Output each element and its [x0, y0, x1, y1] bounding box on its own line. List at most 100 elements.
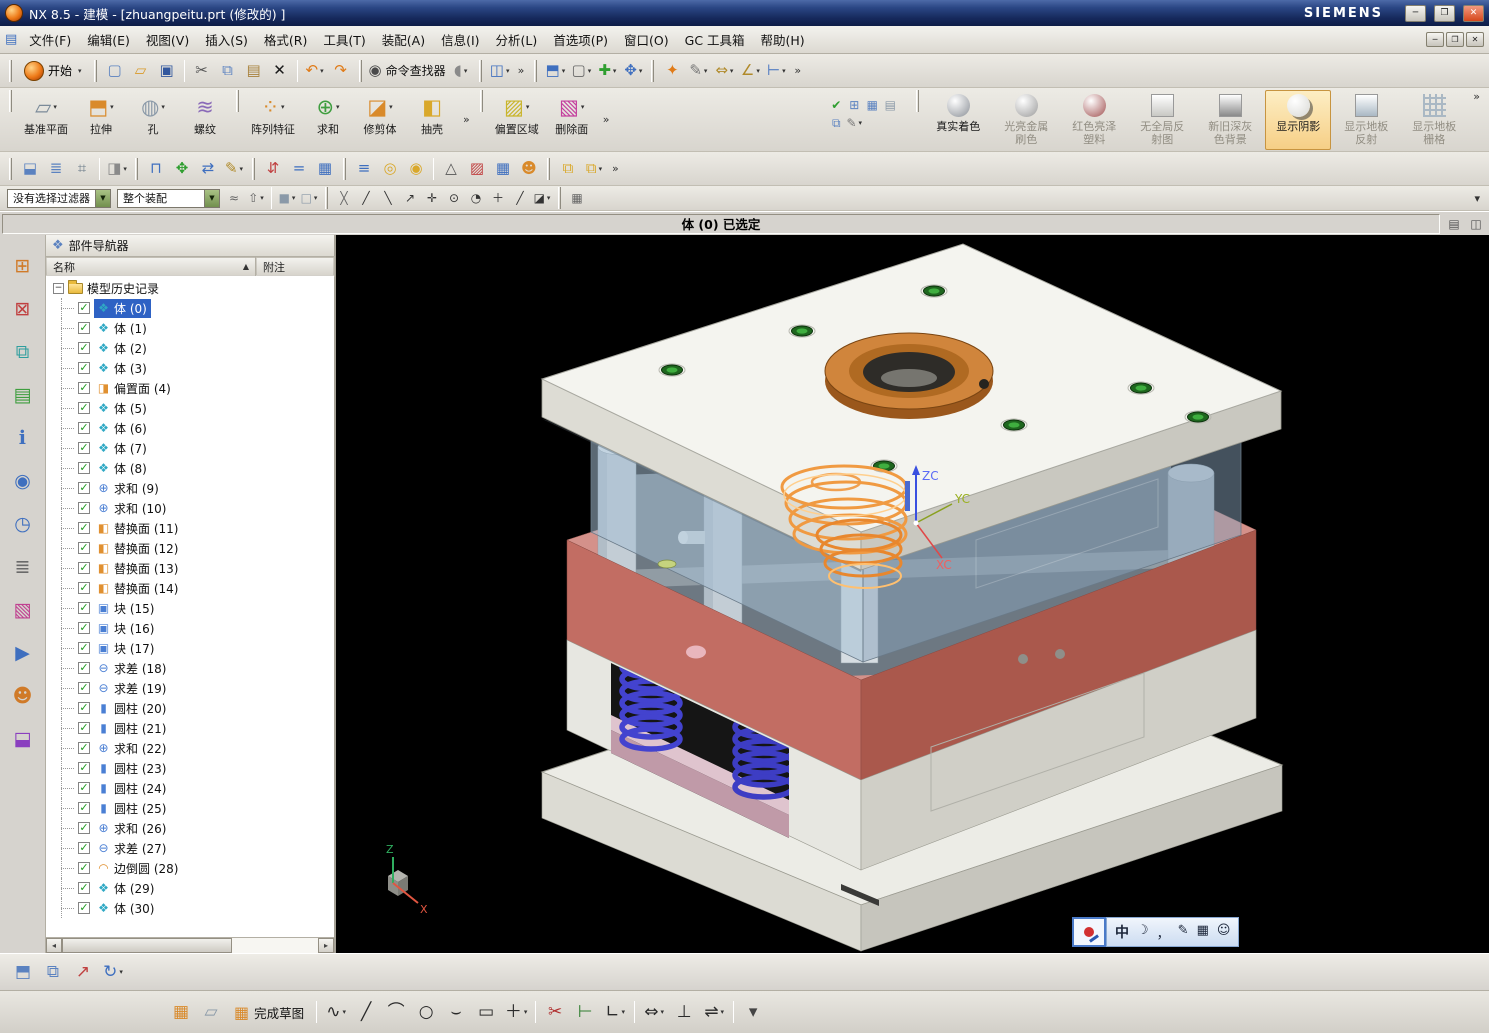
menu-insert[interactable]: 插入(S)	[197, 26, 256, 53]
checkbox-icon[interactable]: ✓	[78, 582, 90, 594]
sketch-plane-icon[interactable]: ▱	[197, 998, 225, 1026]
brushed-metal-button[interactable]: 光亮金属刷色	[993, 90, 1059, 150]
refresh-icon[interactable]: ↻ ▾	[99, 958, 127, 986]
checkbox-icon[interactable]: ✓	[78, 742, 90, 754]
scrollbar-thumb[interactable]	[62, 938, 232, 953]
red-plastic-button[interactable]: 红色亮泽塑料	[1061, 90, 1127, 150]
overflow-icon[interactable]: »	[1473, 90, 1480, 103]
overflow-icon[interactable]: ▾	[1474, 192, 1480, 205]
nav-item[interactable]: ✓ ▣ 块 (17)	[46, 638, 334, 658]
ime-punctuation-icon[interactable]: ，	[1157, 923, 1170, 942]
toolbar-grip[interactable]	[534, 59, 538, 82]
viewport-3d[interactable]: ZC YC XC Z X 中 ☽ ， ✎ ▦ ☺	[336, 235, 1489, 953]
spreadsheet-icon[interactable]: ▦	[863, 96, 881, 114]
checkbox-icon[interactable]: ✓	[78, 882, 90, 894]
window-layout-icon[interactable]: ◫ ▾	[488, 59, 512, 83]
nav-item[interactable]: ✓ ❖ 体 (29)	[46, 878, 334, 898]
assembly-constraints-icon[interactable]: ⊓	[144, 157, 168, 181]
ruler-icon[interactable]: ⊢ ▾	[764, 59, 788, 83]
measure-angle-icon[interactable]: ∠ ▾	[738, 59, 762, 83]
grid-face-icon[interactable]: ▦	[491, 157, 515, 181]
command-finder-icon[interactable]: ◉ 命令查找器	[368, 59, 447, 83]
nav-item[interactable]: ✓ ❖ 体 (1)	[46, 318, 334, 338]
nav-item[interactable]: ✓ ◧ 替换面 (14)	[46, 578, 334, 598]
nav-item[interactable]: ✓ ❖ 体 (5)	[46, 398, 334, 418]
checkbox-icon[interactable]: ✓	[78, 702, 90, 714]
nav-item[interactable]: ✓ ⊕ 求和 (10)	[46, 498, 334, 518]
hd3d-tools-icon[interactable]: ℹ	[8, 423, 38, 453]
collapse-icon[interactable]: −	[53, 282, 64, 294]
object-display-icon[interactable]: ⬓	[18, 157, 42, 181]
ime-keyboard-icon[interactable]: ▦	[1197, 923, 1209, 942]
scrollbar-track[interactable]	[62, 938, 318, 953]
measure-distance-icon[interactable]: ⇔ ▾	[712, 59, 736, 83]
snap-existing-point-icon[interactable]: ＋	[488, 188, 508, 208]
toolbar-grip[interactable]	[342, 157, 346, 180]
checkbox-icon[interactable]: ✓	[78, 422, 90, 434]
menu-view[interactable]: 视图(V)	[138, 26, 197, 53]
locating-ring[interactable]	[824, 332, 994, 419]
system-materials-icon[interactable]: ≣	[8, 552, 38, 582]
scroll-right-icon[interactable]: ▸	[318, 938, 334, 953]
profile-icon[interactable]: ∿ ▾	[322, 998, 350, 1026]
checkbox-icon[interactable]: ✓	[78, 502, 90, 514]
checkbox-icon[interactable]: ✓	[78, 342, 90, 354]
tool-spreadsheet-icon[interactable]: ▦	[313, 157, 337, 181]
nav-item[interactable]: ✓ ▮ 圆柱 (21)	[46, 718, 334, 738]
geometric-constraints-icon[interactable]: ⊥	[670, 998, 698, 1026]
snap-ring-icon[interactable]: ◎	[378, 157, 402, 181]
true-shading-button[interactable]: 真实着色	[925, 90, 991, 150]
delete-face-button[interactable]: ▧ ▾ 删除面	[547, 90, 597, 148]
nav-item[interactable]: ✓ ⊕ 求和 (9)	[46, 478, 334, 498]
timestamp-order-icon[interactable]: ⬒	[9, 958, 37, 986]
checkbox-icon[interactable]: ✓	[78, 382, 90, 394]
up-one-level-icon[interactable]: ⇧ ▾	[246, 188, 266, 208]
display-cube-icon[interactable]: ⬒ ▾	[543, 59, 567, 83]
ime-logo-icon[interactable]	[1072, 917, 1106, 947]
checkbox-icon[interactable]: ✓	[78, 822, 90, 834]
hole-button[interactable]: ◍ ▾ 孔	[128, 90, 178, 148]
overflow-a-icon[interactable]: »	[518, 64, 525, 77]
toolbar-grip[interactable]	[478, 59, 482, 82]
part-navigator-icon[interactable]: ⧉	[8, 337, 38, 367]
validate-icon[interactable]: ✔	[827, 96, 845, 114]
wave-link-icon[interactable]: ⧉	[827, 114, 845, 132]
nav-item[interactable]: ✓ ▮ 圆柱 (23)	[46, 758, 334, 778]
fillet-icon[interactable]: ⌣	[442, 998, 470, 1026]
nav-item[interactable]: ✓ ❖ 体 (30)	[46, 898, 334, 918]
overflow-b-icon[interactable]: »	[794, 64, 801, 77]
nav-item[interactable]: ✓ ⊖ 求差 (27)	[46, 838, 334, 858]
quick-trim-icon[interactable]: ✂	[541, 998, 569, 1026]
unite-feature-button[interactable]: ⊕ ▾ 求和	[303, 90, 353, 148]
menu-assemblies[interactable]: 装配(A)	[374, 26, 433, 53]
solid-body-filter-icon[interactable]: ■ ▾	[277, 188, 297, 208]
shell-button[interactable]: ◧ 抽壳	[407, 90, 457, 148]
menu-analysis[interactable]: 分析(L)	[488, 26, 546, 53]
edit-feature-icon[interactable]: ✎ ▾	[845, 114, 863, 132]
select-chain-icon[interactable]: ≈	[224, 188, 244, 208]
system-scenes-icon[interactable]: ⬓	[8, 724, 38, 754]
section-face-icon[interactable]: ▨	[465, 157, 489, 181]
column-note[interactable]: 附注	[255, 256, 335, 277]
pattern-feature-button[interactable]: ⁘ ▾ 阵列特征	[245, 90, 301, 148]
quick-extend-icon[interactable]: ⊢	[571, 998, 599, 1026]
annotation-icon[interactable]: ▤	[881, 96, 899, 114]
snap-point-on-face-icon[interactable]: ◪ ▾	[532, 188, 552, 208]
snap-quadrant-icon[interactable]: ◔	[466, 188, 486, 208]
assembly-navigator-icon[interactable]: ⊞	[8, 251, 38, 281]
checkbox-icon[interactable]: ✓	[78, 682, 90, 694]
constraint-navigator-icon[interactable]: ⊠	[8, 294, 38, 324]
datum-plane-button[interactable]: ▱ ▾ 基准平面	[18, 90, 74, 148]
checkbox-icon[interactable]: ✓	[78, 862, 90, 874]
layer-settings-icon[interactable]: ⌗	[70, 157, 94, 181]
interpart-link-icon[interactable]: ⇵	[261, 157, 285, 181]
make-corner-icon[interactable]: ∟ ▾	[601, 998, 629, 1026]
extrude-button[interactable]: ⬒ ▾ 拉伸	[76, 90, 126, 148]
checkbox-icon[interactable]: ✓	[78, 662, 90, 674]
floor-grid-button[interactable]: 显示地板栅格	[1401, 90, 1467, 150]
new-file-icon[interactable]: ▢	[103, 59, 127, 83]
nav-item[interactable]: ✓ ◠ 边倒圆 (28)	[46, 858, 334, 878]
checkbox-icon[interactable]: ✓	[78, 522, 90, 534]
more-tools-icon[interactable]: ▾	[739, 998, 767, 1026]
toolbar-grip[interactable]	[236, 90, 239, 112]
